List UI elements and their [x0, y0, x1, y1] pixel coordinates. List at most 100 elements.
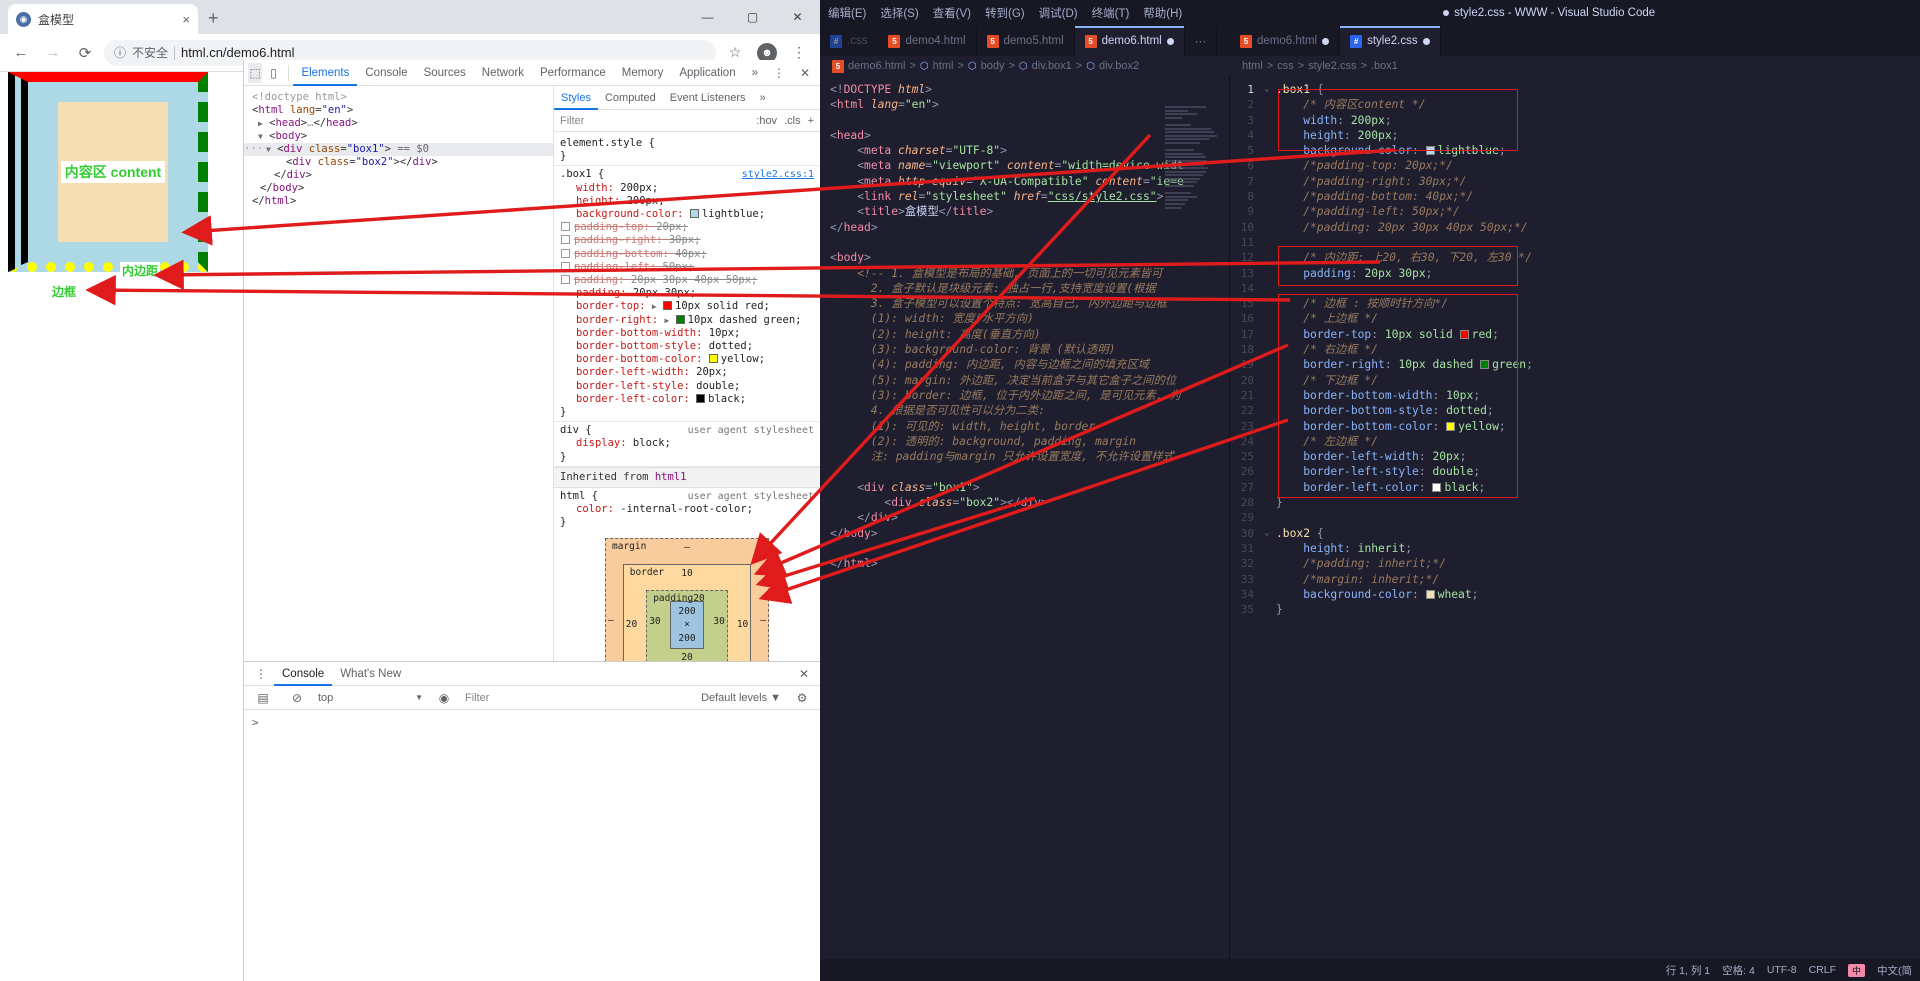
tab-demo4-html[interactable]: 5 demo4.html — [878, 26, 977, 56]
code-line[interactable]: </html> — [830, 556, 1229, 571]
tab-demo6-html[interactable]: 5 demo6.html — [1074, 26, 1185, 56]
fold-icon[interactable] — [1264, 572, 1276, 587]
fold-icon[interactable] — [1264, 541, 1276, 556]
console-filter-input[interactable]: Filter — [465, 692, 693, 704]
html-minimap[interactable] — [1165, 106, 1223, 306]
fold-icon[interactable] — [1264, 373, 1276, 388]
fold-icon[interactable] — [1264, 97, 1276, 112]
border-left-value[interactable]: 20 — [626, 618, 637, 631]
code-line[interactable]: 9 /*padding-left: 50px;*/ — [1230, 204, 1920, 219]
enable-checkbox[interactable] — [561, 275, 570, 285]
color-swatch[interactable] — [663, 301, 673, 311]
code-line[interactable]: 29 — [1230, 510, 1920, 525]
fold-icon[interactable] — [1264, 128, 1276, 143]
tree-node[interactable]: </body> — [244, 182, 553, 195]
tab-performance[interactable]: Performance — [532, 60, 614, 86]
console-prompt[interactable]: > — [244, 710, 820, 735]
code-line[interactable]: 32 /*padding: inherit;*/ — [1230, 556, 1920, 571]
declaration[interactable]: padding-bottom: 40px; — [560, 248, 814, 261]
border-right-value[interactable]: 10 — [737, 618, 748, 631]
code-line[interactable]: 1 ⌄ .box1 { — [1230, 82, 1920, 97]
code-line[interactable]: (2): 透明的: background, padding, margin — [830, 434, 1229, 449]
fold-icon[interactable] — [1264, 189, 1276, 204]
padding-left-value[interactable]: 30 — [649, 615, 660, 628]
box-model-border[interactable]: border 10 20 padding20 30 200 × 200 30 2… — [622, 563, 752, 671]
tabs-more-icon[interactable]: ⋯ — [1185, 26, 1218, 56]
code-line[interactable]: 24 /* 左边框 */ — [1230, 434, 1920, 449]
browser-tab[interactable]: ◉ 盒模型 × — [8, 4, 198, 34]
code-line[interactable] — [830, 541, 1229, 556]
tree-node-body[interactable]: ▼ <body> — [244, 130, 553, 143]
status-indentation[interactable]: 空格: 4 — [1722, 963, 1755, 978]
tabs-overflow-icon[interactable]: » — [744, 60, 766, 86]
code-line[interactable]: 注: padding与margin 只允许设置宽度, 不允许设置样式 — [830, 449, 1229, 464]
inspect-element-icon[interactable]: ⬚ — [248, 62, 263, 83]
code-line[interactable]: 34 background-color: wheat; — [1230, 587, 1920, 602]
code-line[interactable]: (5): margin: 外边距, 决定当前盒子与其它盒子之间的位 — [830, 373, 1229, 388]
cls-toggle[interactable]: .cls — [784, 115, 801, 127]
drawer-close-icon[interactable]: ✕ — [793, 664, 815, 684]
code-line[interactable]: 6 /*padding-top: 20px;*/ — [1230, 158, 1920, 173]
code-line[interactable]: 21 border-bottom-width: 10px; — [1230, 388, 1920, 403]
color-swatch[interactable] — [689, 209, 699, 219]
fold-icon[interactable] — [1264, 587, 1276, 602]
tab-styles[interactable]: Styles — [554, 86, 598, 110]
device-toolbar-icon[interactable]: ▯ — [266, 63, 280, 83]
declaration[interactable]: border-bottom-style: dotted; — [560, 340, 814, 353]
devtools-more-icon[interactable]: ⋮ — [768, 63, 790, 83]
fold-icon[interactable] — [1264, 113, 1276, 128]
status-cursor-position[interactable]: 行 1, 列 1 — [1666, 963, 1710, 978]
fold-icon[interactable] — [1264, 602, 1276, 617]
code-line[interactable]: 3 width: 200px; — [1230, 113, 1920, 128]
declaration[interactable]: background-color: lightblue; — [560, 208, 814, 221]
bc-css-file[interactable]: style2.css — [1308, 60, 1356, 72]
fold-icon[interactable] — [1264, 464, 1276, 479]
code-line[interactable]: </body> — [830, 526, 1229, 541]
enable-checkbox[interactable] — [561, 222, 570, 232]
box-model-content[interactable]: 200 × 200 — [669, 601, 705, 649]
tree-node[interactable]: </html> — [244, 195, 553, 208]
rule-source-link[interactable]: style2.css:1 — [742, 168, 814, 181]
bc-box1[interactable]: div.box1 — [1032, 60, 1072, 72]
code-line[interactable]: 5 background-color: lightblue; — [1230, 143, 1920, 158]
fold-icon[interactable] — [1264, 250, 1276, 265]
menu-terminal[interactable]: 终端(T) — [1092, 5, 1130, 21]
info-icon[interactable]: ⓘ — [114, 44, 126, 61]
fold-icon[interactable] — [1264, 480, 1276, 495]
fold-icon[interactable]: ⌄ — [1264, 526, 1276, 541]
tree-node-box2[interactable]: <div class="box2"></div> — [244, 156, 553, 169]
fold-icon[interactable] — [1264, 174, 1276, 189]
tab-memory[interactable]: Memory — [614, 60, 672, 86]
code-line[interactable]: (1): 可见的: width, height, border — [830, 419, 1229, 434]
code-line[interactable]: 10 /*padding: 20px 30px 40px 50px;*/ — [1230, 220, 1920, 235]
code-line[interactable]: 22 border-bottom-style: dotted; — [1230, 403, 1920, 418]
code-line[interactable]: 15 /* 边框 : 按顺时针方向*/ — [1230, 296, 1920, 311]
fold-icon[interactable] — [1264, 510, 1276, 525]
margin-left-value[interactable]: – — [608, 614, 614, 627]
code-line[interactable]: 28} — [1230, 495, 1920, 510]
devtools-close-icon[interactable]: ✕ — [794, 63, 816, 83]
bc-html[interactable]: html — [933, 60, 954, 72]
box-model-padding[interactable]: padding20 30 200 × 200 30 20 — [646, 590, 728, 667]
color-swatch[interactable] — [1432, 482, 1442, 492]
tab-console[interactable]: Console — [357, 60, 415, 86]
code-line[interactable]: 11 — [1230, 235, 1920, 250]
color-swatch[interactable] — [1459, 329, 1469, 339]
fold-icon[interactable] — [1264, 296, 1276, 311]
status-encoding[interactable]: UTF-8 — [1767, 964, 1797, 976]
tab-sources[interactable]: Sources — [416, 60, 474, 86]
code-line[interactable]: 16 /* 上边框 */ — [1230, 311, 1920, 326]
declaration[interactable]: padding: 20px 30px 40px 50px; — [560, 274, 814, 287]
close-icon[interactable]: × — [182, 12, 190, 27]
menu-select[interactable]: 选择(S) — [880, 5, 918, 21]
tree-node-box1[interactable]: ··· ▼ <div class="box1"> == $0 — [244, 143, 553, 156]
declaration[interactable]: border-left-style: double; — [560, 380, 814, 393]
close-button[interactable]: ✕ — [775, 0, 820, 34]
fold-icon[interactable] — [1264, 357, 1276, 372]
code-line[interactable]: 14 — [1230, 281, 1920, 296]
declaration[interactable]: border-top: ▶ 10px solid red; — [560, 300, 814, 313]
menu-edit[interactable]: 编辑(E) — [828, 5, 866, 21]
fold-icon[interactable] — [1264, 403, 1276, 418]
code-line[interactable]: </div> — [830, 510, 1229, 525]
color-swatch[interactable] — [708, 354, 718, 364]
